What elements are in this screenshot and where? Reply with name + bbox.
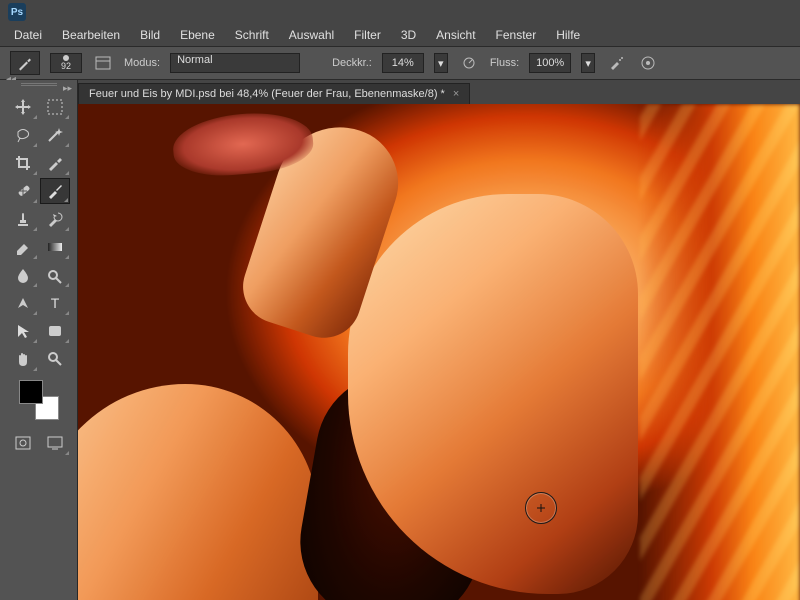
brush-panel-toggle[interactable] (92, 52, 114, 74)
opacity-label: Deckkr.: (332, 57, 372, 69)
mode-label: Modus: (124, 57, 160, 69)
collapse-tools-icon[interactable]: ▸▸ (63, 83, 72, 94)
stamp-tool[interactable] (8, 206, 38, 232)
canvas-area[interactable] (78, 104, 800, 600)
menu-schrift[interactable]: Schrift (225, 28, 279, 42)
gradient-tool[interactable] (40, 234, 70, 260)
menu-bar: Datei Bearbeiten Bild Ebene Schrift Ausw… (0, 24, 800, 46)
airbrush-icon[interactable] (605, 52, 627, 74)
menu-auswahl[interactable]: Auswahl (279, 28, 344, 42)
color-swatches[interactable] (19, 380, 59, 420)
document-tab[interactable]: Feuer und Eis by MDI.psd bei 48,4% (Feue… (78, 83, 470, 104)
flow-input[interactable]: 100% (529, 53, 571, 73)
menu-hilfe[interactable]: Hilfe (546, 28, 590, 42)
marquee-tool[interactable] (40, 94, 70, 120)
path-select-tool[interactable] (8, 318, 38, 344)
brush-size-value: 92 (61, 62, 71, 72)
healing-tool[interactable] (8, 178, 38, 204)
panel-grip[interactable] (21, 83, 57, 88)
wand-tool[interactable] (40, 122, 70, 148)
move-tool[interactable] (8, 94, 38, 120)
pen-tool[interactable] (8, 290, 38, 316)
opacity-pressure-icon[interactable] (458, 52, 480, 74)
shape-tool[interactable] (40, 318, 70, 344)
menu-filter[interactable]: Filter (344, 28, 391, 42)
tool-preset-picker[interactable] (10, 51, 40, 75)
opacity-dropdown[interactable]: ▾ (434, 53, 448, 73)
screenmode-tool[interactable] (40, 430, 70, 456)
opacity-input[interactable]: 14% (382, 53, 424, 73)
app-logo: Ps (8, 3, 26, 21)
tools-panel: ▸▸ T (0, 80, 78, 600)
type-tool[interactable]: T (40, 290, 70, 316)
document-tab-title: Feuer und Eis by MDI.psd bei 48,4% (Feue… (89, 88, 445, 100)
dodge-tool[interactable] (40, 262, 70, 288)
canvas-image (78, 104, 800, 600)
menu-bearbeiten[interactable]: Bearbeiten (52, 28, 130, 42)
menu-bild[interactable]: Bild (130, 28, 170, 42)
close-tab-icon[interactable]: × (453, 88, 459, 100)
menu-3d[interactable]: 3D (391, 28, 426, 42)
menu-datei[interactable]: Datei (4, 28, 52, 42)
svg-text:T: T (50, 295, 59, 311)
blur-tool[interactable] (8, 262, 38, 288)
brush-cursor-icon (525, 492, 557, 524)
tablet-pressure-icon[interactable] (637, 52, 659, 74)
lasso-tool[interactable] (8, 122, 38, 148)
blend-mode-select[interactable]: Normal (170, 53, 300, 73)
brush-tool[interactable] (40, 178, 70, 204)
crop-tool[interactable] (8, 150, 38, 176)
menu-ebene[interactable]: Ebene (170, 28, 225, 42)
brush-preset-picker[interactable]: 92 (50, 53, 82, 74)
options-bar: 92 Modus: Normal Deckkr.: 14% ▾ Fluss: 1… (0, 46, 800, 80)
eraser-tool[interactable] (8, 234, 38, 260)
zoom-tool[interactable] (40, 346, 70, 372)
flow-label: Fluss: (490, 57, 519, 69)
menu-ansicht[interactable]: Ansicht (426, 28, 485, 42)
hand-tool[interactable] (8, 346, 38, 372)
quickmask-tool[interactable] (8, 430, 38, 456)
foreground-color-swatch[interactable] (19, 380, 43, 404)
history-brush-tool[interactable] (40, 206, 70, 232)
flow-dropdown[interactable]: ▾ (581, 53, 595, 73)
menu-fenster[interactable]: Fenster (486, 28, 547, 42)
eyedropper-tool[interactable] (40, 150, 70, 176)
